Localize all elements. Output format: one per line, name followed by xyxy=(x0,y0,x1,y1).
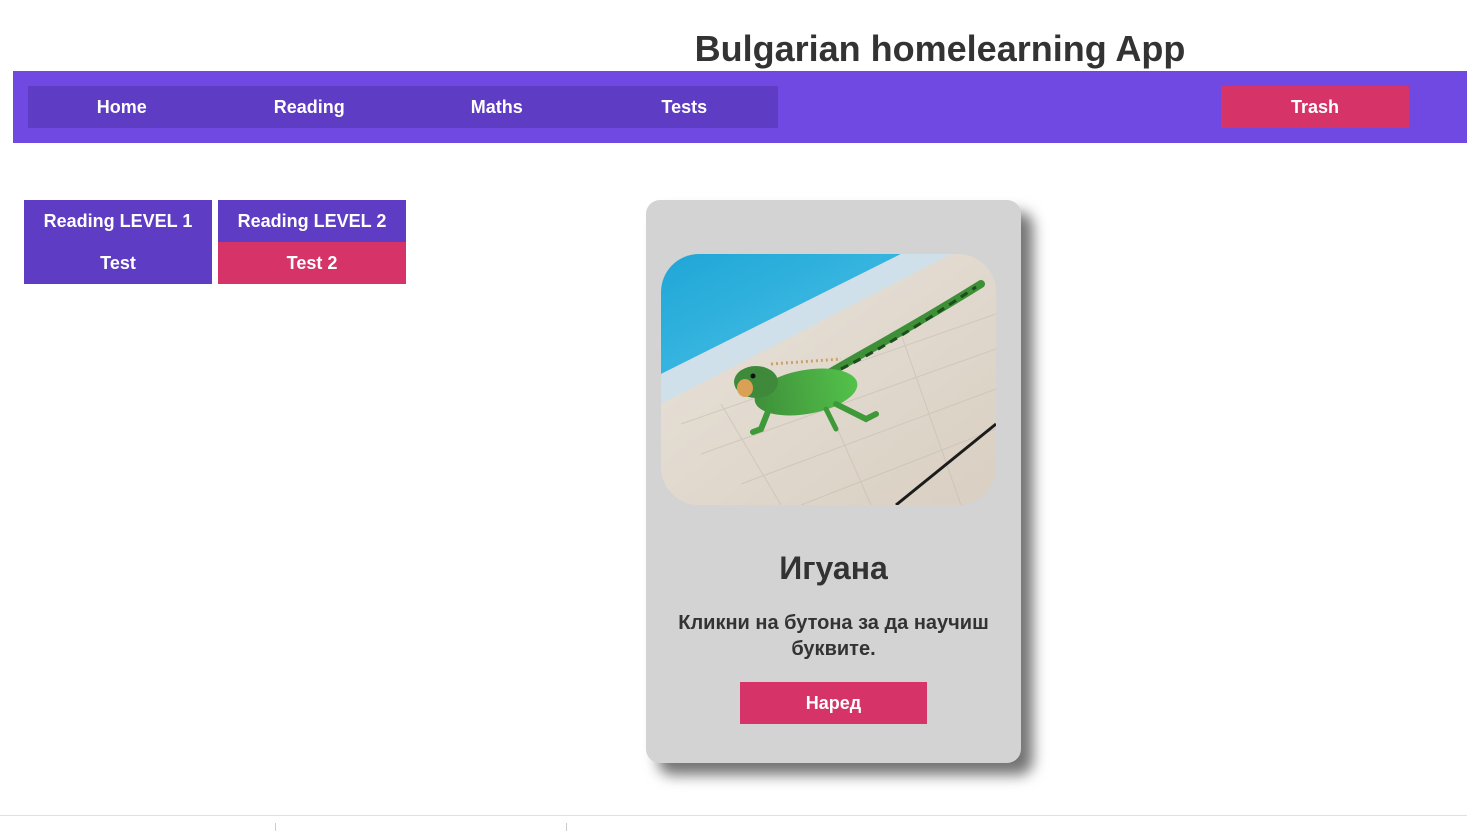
level-1-test-button[interactable]: Test xyxy=(24,242,212,284)
iguana-photo-icon xyxy=(661,254,996,505)
bottom-tick xyxy=(566,823,567,831)
nav-item-reading[interactable]: Reading xyxy=(216,86,404,128)
navbar: Home Reading Maths Tests Trash xyxy=(13,71,1467,143)
page: Bulgarian homelearning App Home Reading … xyxy=(0,0,1467,831)
app-title: Bulgarian homelearning App xyxy=(694,28,1186,69)
nav-item-tests[interactable]: Tests xyxy=(591,86,779,128)
level-2-test-button[interactable]: Test 2 xyxy=(218,242,406,284)
reading-level-2-button[interactable]: Reading LEVEL 2 xyxy=(218,200,406,242)
reading-level-1-button[interactable]: Reading LEVEL 1 xyxy=(24,200,212,242)
level-2-column: Reading LEVEL 2 Test 2 xyxy=(218,200,406,284)
card-title: Игуана xyxy=(779,550,888,586)
card-instructions: Кликни на бутона за да научиш буквите. xyxy=(678,612,989,660)
bottom-divider xyxy=(0,815,1467,816)
lesson-card: Игуана Кликни на бутона за да научиш бук… xyxy=(646,200,1021,763)
next-button[interactable]: Наред xyxy=(740,682,927,724)
nav-item-home[interactable]: Home xyxy=(28,86,216,128)
bottom-tick xyxy=(275,823,276,831)
nav-group: Home Reading Maths Tests xyxy=(28,86,778,128)
trash-button[interactable]: Trash xyxy=(1221,86,1409,128)
nav-item-maths[interactable]: Maths xyxy=(403,86,591,128)
level-1-column: Reading LEVEL 1 Test xyxy=(24,200,212,284)
